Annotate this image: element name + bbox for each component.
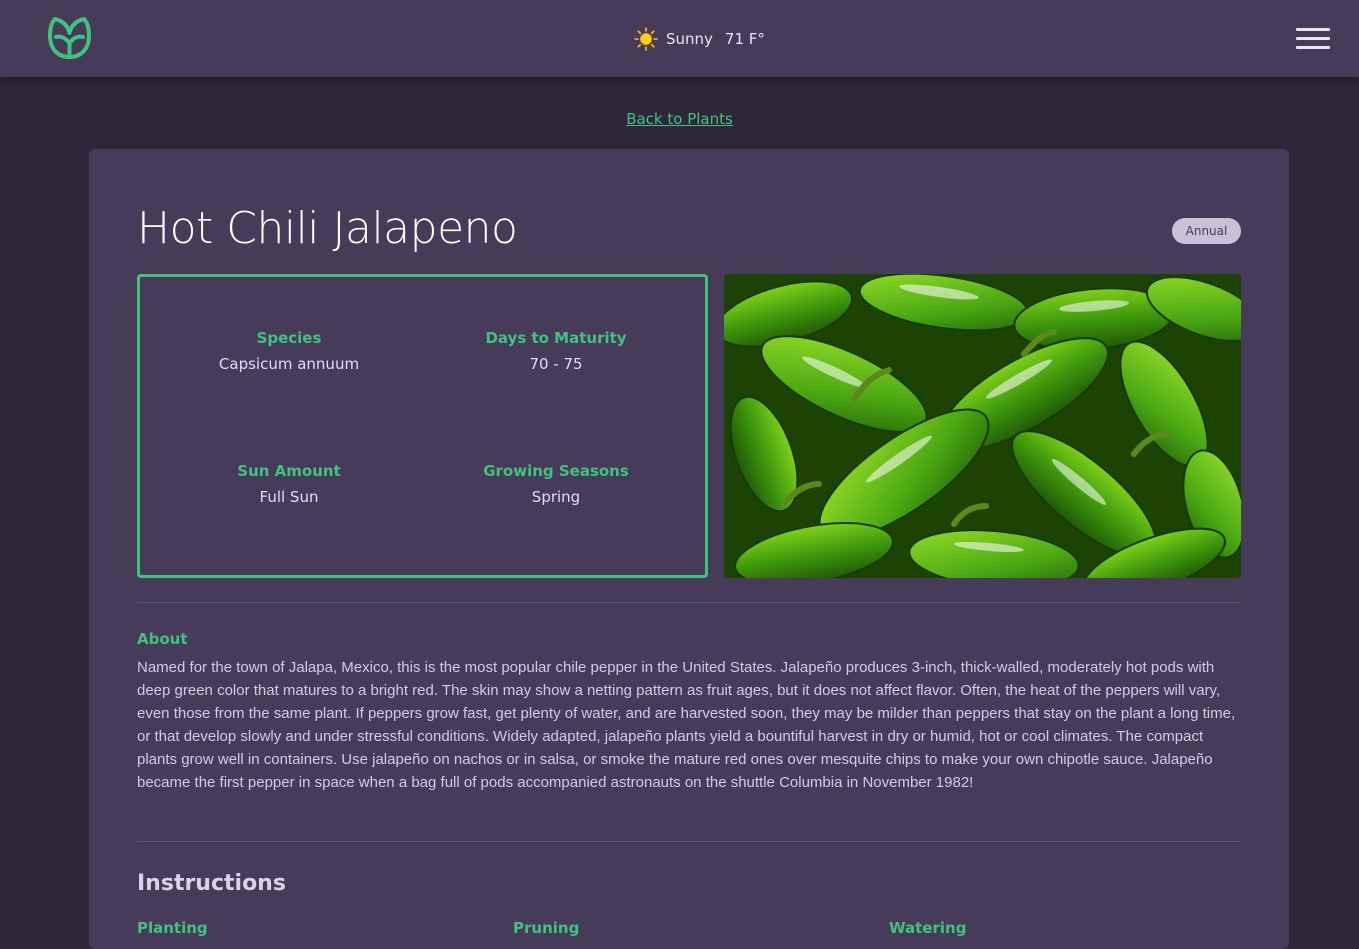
plant-photo: [724, 274, 1241, 578]
instruction-watering-heading: Watering: [889, 919, 967, 937]
leaf-logo-icon[interactable]: [47, 17, 92, 59]
instruction-pruning-heading: Pruning: [513, 919, 580, 937]
plant-details-box: Species Capsicum annuum Days to Maturity…: [137, 274, 708, 578]
top-bar: Sunny 71 F°: [0, 0, 1359, 77]
detail-value: Capsicum annuum: [218, 355, 360, 373]
detail-value: Full Sun: [259, 488, 319, 506]
hamburger-menu-icon[interactable]: [1296, 28, 1330, 50]
back-link-row: Back to Plants: [0, 110, 1359, 128]
jalapeno-peppers-image: [724, 274, 1241, 578]
detail-label: Species: [256, 329, 322, 347]
detail-label: Growing Seasons: [483, 462, 629, 480]
section-divider: [137, 841, 1241, 842]
weather-condition: Sunny: [666, 30, 713, 48]
detail-species: Species Capsicum annuum: [169, 329, 409, 373]
detail-label: Days to Maturity: [485, 329, 627, 347]
detail-days-to-maturity: Days to Maturity 70 - 75: [436, 329, 676, 373]
sun-icon: [634, 27, 658, 51]
weather-widget: Sunny 71 F°: [634, 27, 765, 51]
detail-value: Spring: [531, 488, 581, 506]
weather-temperature: 71 F°: [724, 30, 765, 48]
detail-label: Sun Amount: [237, 462, 341, 480]
about-heading: About: [137, 630, 188, 648]
detail-growing-seasons: Growing Seasons Spring: [436, 462, 676, 506]
detail-sun-amount: Sun Amount Full Sun: [169, 462, 409, 506]
back-to-plants-link[interactable]: Back to Plants: [626, 110, 733, 128]
plant-card: Hot Chili Jalapeno Annual Species Capsic…: [89, 149, 1289, 949]
plant-type-badge: Annual: [1172, 218, 1241, 244]
plant-title: Hot Chili Jalapeno: [137, 203, 518, 254]
section-divider: [137, 602, 1241, 603]
instructions-heading: Instructions: [137, 871, 286, 896]
detail-value: 70 - 75: [529, 355, 583, 373]
instruction-planting-heading: Planting: [137, 919, 208, 937]
about-text: Named for the town of Jalapa, Mexico, th…: [137, 659, 1236, 791]
